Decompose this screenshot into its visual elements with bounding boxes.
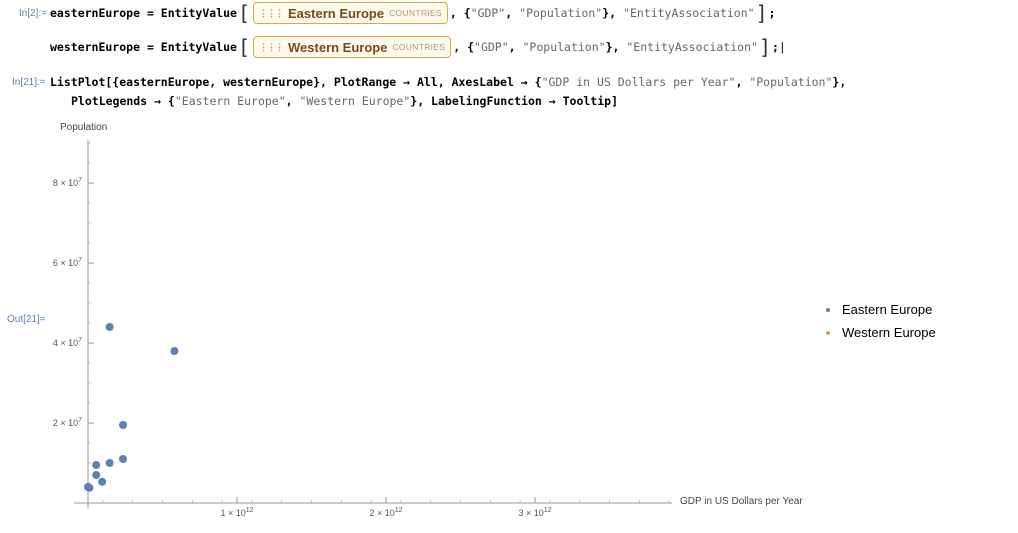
x-tick-label: 1 × 1012 [220,507,253,518]
legend-dot-icon [826,307,830,312]
legend-item: Eastern Europe [826,298,936,321]
y-tick-label: 6 × 107 [53,257,82,268]
data-point-eastern-europe [85,483,94,492]
data-point-eastern-europe [105,323,114,331]
legend-item: Western Europe [826,321,936,344]
y-tick-label: 4 × 107 [53,337,82,348]
legend-label: Eastern Europe [842,302,933,317]
y-axis-label: Population [60,122,107,133]
legend-label: Western Europe [842,325,936,340]
x-tick-label: 3 × 1012 [518,507,551,518]
x-tick-label: 2 × 1012 [369,507,402,518]
legend-dot-icon [826,330,830,335]
y-tick-label: 8 × 107 [53,177,82,188]
data-point-eastern-europe [92,461,101,469]
data-point-eastern-europe [170,347,179,355]
data-point-eastern-europe [98,477,107,486]
data-point-eastern-europe [119,421,128,429]
scatter-plot[interactable]: 1 × 1012 2 × 1012 3 × 1012 2 × 107 4 × 107 6 … [0,0,1018,533]
data-point-eastern-europe [119,455,128,463]
data-point-eastern-europe [105,459,114,467]
data-point-eastern-europe [92,471,101,479]
plot-legend: Eastern Europe Western Europe [826,298,936,344]
y-tick-label: 2 × 107 [53,417,82,428]
x-axis-label: GDP in US Dollars per Year [680,496,803,507]
